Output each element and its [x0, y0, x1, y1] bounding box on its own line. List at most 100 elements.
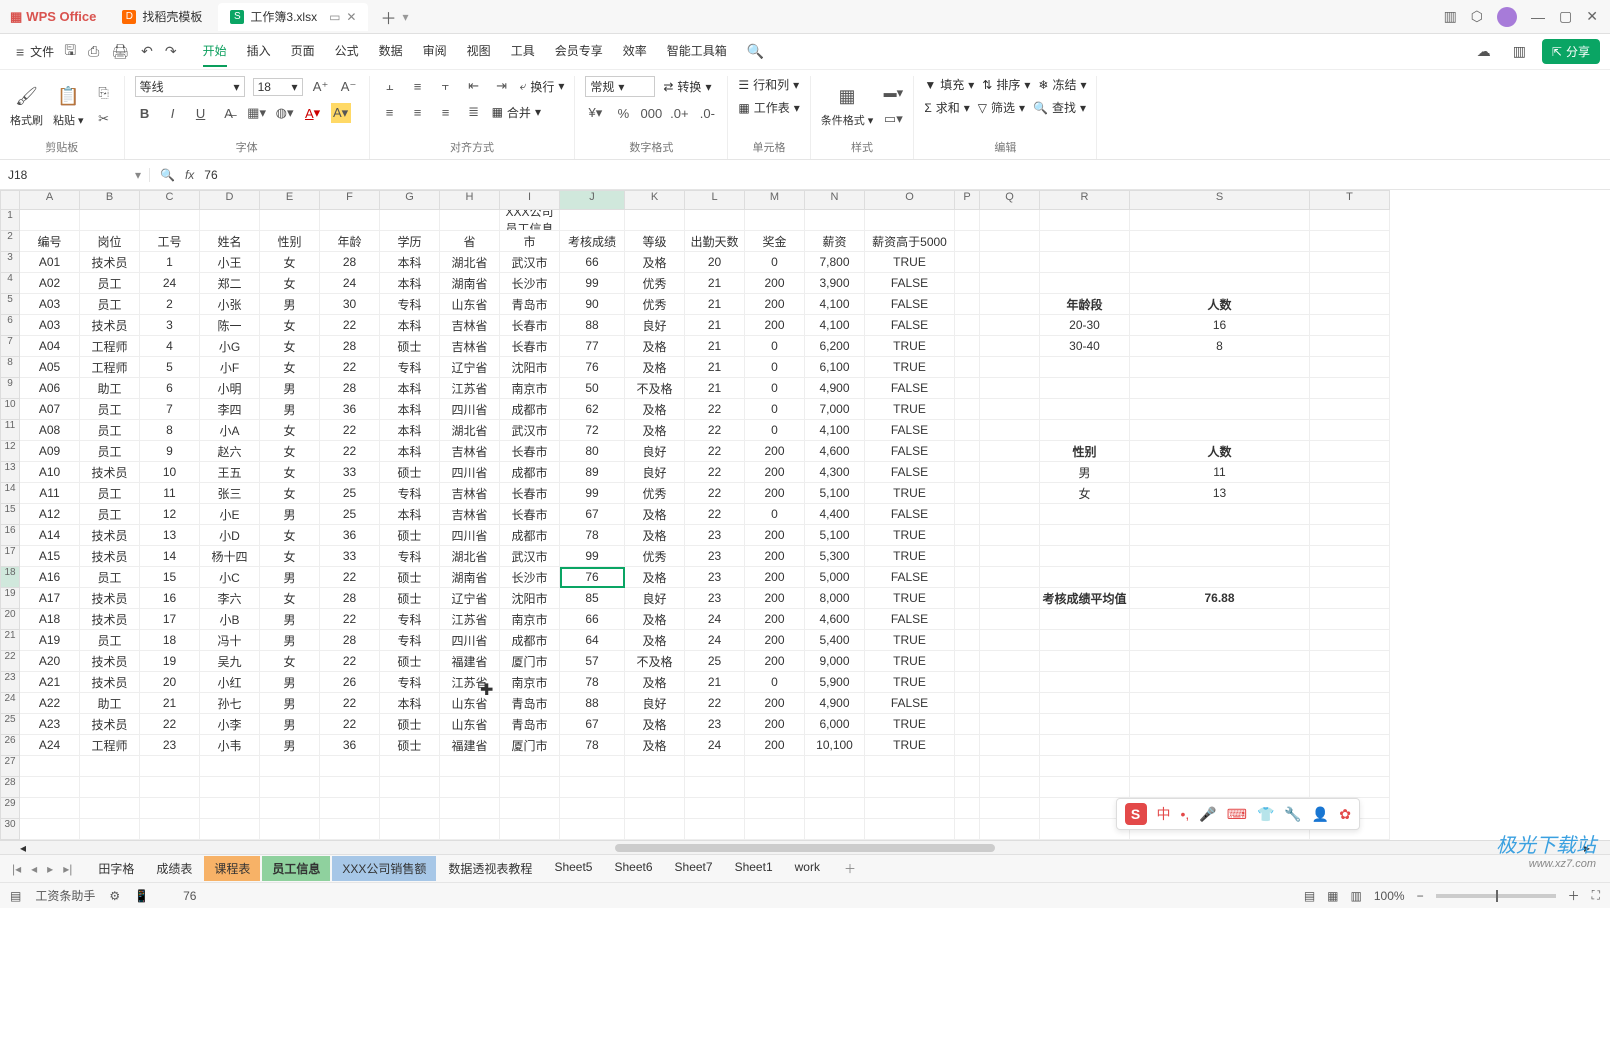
col-header-L[interactable]: L	[685, 190, 745, 210]
cell[interactable]	[1040, 672, 1130, 693]
indent-dec-icon[interactable]: ⇤	[464, 76, 484, 96]
cell[interactable]: 及格	[625, 420, 685, 441]
cell[interactable]: 李四	[200, 399, 260, 420]
cell[interactable]: 200	[745, 483, 805, 504]
cell[interactable]: 青岛市	[500, 693, 560, 714]
cell[interactable]	[260, 756, 320, 777]
sheet-tab[interactable]: Sheet5	[544, 856, 602, 881]
cell[interactable]	[685, 210, 745, 231]
cell[interactable]: 26	[320, 672, 380, 693]
cell[interactable]: 22	[685, 504, 745, 525]
col-header-M[interactable]: M	[745, 190, 805, 210]
col-header-O[interactable]: O	[865, 190, 955, 210]
cell[interactable]: 4,900	[805, 378, 865, 399]
cell[interactable]: A15	[20, 546, 80, 567]
col-header-N[interactable]: N	[805, 190, 865, 210]
cell[interactable]: 沈阳市	[500, 357, 560, 378]
cell[interactable]: 200	[745, 462, 805, 483]
cut-icon[interactable]: ✂	[94, 109, 114, 129]
cell[interactable]	[20, 777, 80, 798]
ribbon-search-icon[interactable]: 🔍	[747, 43, 764, 60]
row-header[interactable]: 26	[0, 735, 20, 756]
cell[interactable]	[1310, 630, 1390, 651]
cell[interactable]: 0	[745, 399, 805, 420]
cell[interactable]	[1130, 777, 1310, 798]
minimize-icon[interactable]: ―	[1531, 9, 1545, 25]
cell[interactable]: 技术员	[80, 588, 140, 609]
cell[interactable]	[625, 210, 685, 231]
cell[interactable]: 技术员	[80, 714, 140, 735]
cell[interactable]: 吉林省	[440, 483, 500, 504]
cell[interactable]	[980, 357, 1040, 378]
cell[interactable]	[980, 252, 1040, 273]
cell[interactable]: TRUE	[865, 588, 955, 609]
cell[interactable]: 山东省	[440, 714, 500, 735]
cell[interactable]: 年龄	[320, 231, 380, 252]
cell[interactable]	[1310, 378, 1390, 399]
ime-keyboard-icon[interactable]: ⌨	[1227, 806, 1247, 823]
row-header[interactable]: 7	[0, 336, 20, 357]
cell[interactable]	[200, 210, 260, 231]
cell[interactable]: 及格	[625, 504, 685, 525]
cell[interactable]: 90	[560, 294, 625, 315]
cell[interactable]: FALSE	[865, 567, 955, 588]
align-right-icon[interactable]: ≡	[436, 102, 456, 122]
cell[interactable]: 女	[260, 651, 320, 672]
cell[interactable]	[980, 315, 1040, 336]
copy-icon[interactable]: ⎘	[94, 83, 114, 103]
cell[interactable]: 不及格	[625, 651, 685, 672]
cell[interactable]: 人数	[1130, 441, 1310, 462]
cell[interactable]	[380, 210, 440, 231]
cell[interactable]: 岗位	[80, 231, 140, 252]
cell[interactable]	[955, 294, 980, 315]
cell[interactable]	[320, 777, 380, 798]
cell[interactable]	[955, 420, 980, 441]
cell[interactable]: 小韦	[200, 735, 260, 756]
cell[interactable]: 4,100	[805, 294, 865, 315]
cell[interactable]: 吴九	[200, 651, 260, 672]
cell[interactable]: 本科	[380, 252, 440, 273]
cell[interactable]: 良好	[625, 588, 685, 609]
cell[interactable]	[200, 756, 260, 777]
increase-font-icon[interactable]: A⁺	[311, 77, 331, 97]
cell[interactable]: 男	[260, 714, 320, 735]
cell[interactable]: 小B	[200, 609, 260, 630]
cell[interactable]: 四川省	[440, 399, 500, 420]
cell[interactable]: 200	[745, 525, 805, 546]
cell[interactable]: 21	[685, 315, 745, 336]
cell[interactable]: 考核成绩	[560, 231, 625, 252]
align-top-icon[interactable]: ⫠	[380, 76, 400, 96]
ime-user-icon[interactable]: 👤	[1312, 806, 1329, 823]
cell[interactable]: 小A	[200, 420, 260, 441]
cell[interactable]: 武汉市	[500, 252, 560, 273]
cell[interactable]: 7,800	[805, 252, 865, 273]
cell[interactable]: 22	[685, 693, 745, 714]
cell[interactable]: 郑二	[200, 273, 260, 294]
cell[interactable]: 22	[685, 420, 745, 441]
cell[interactable]: 3	[140, 315, 200, 336]
cell[interactable]: A24	[20, 735, 80, 756]
cell[interactable]: 厦门市	[500, 651, 560, 672]
cell[interactable]	[980, 231, 1040, 252]
cell[interactable]: 28	[320, 630, 380, 651]
col-header-T[interactable]: T	[1310, 190, 1390, 210]
cell[interactable]	[1310, 294, 1390, 315]
cell[interactable]: 4,600	[805, 609, 865, 630]
cell[interactable]: 助工	[80, 693, 140, 714]
cell[interactable]: 6,100	[805, 357, 865, 378]
cell[interactable]	[955, 819, 980, 840]
number-format-select[interactable]: 常规 ▾	[585, 76, 655, 97]
cell[interactable]: 专科	[380, 483, 440, 504]
cell[interactable]: 22	[140, 714, 200, 735]
cell[interactable]: A04	[20, 336, 80, 357]
cell[interactable]: 湖北省	[440, 546, 500, 567]
highlight-icon[interactable]: A▾	[331, 103, 351, 123]
cell[interactable]	[1040, 546, 1130, 567]
cell[interactable]	[980, 672, 1040, 693]
cell[interactable]: 男	[260, 672, 320, 693]
rowcol-button[interactable]: ☰ 行和列 ▾	[738, 76, 799, 93]
cell[interactable]	[685, 819, 745, 840]
cell[interactable]: 良好	[625, 441, 685, 462]
cell[interactable]: 良好	[625, 462, 685, 483]
cell[interactable]: 200	[745, 609, 805, 630]
